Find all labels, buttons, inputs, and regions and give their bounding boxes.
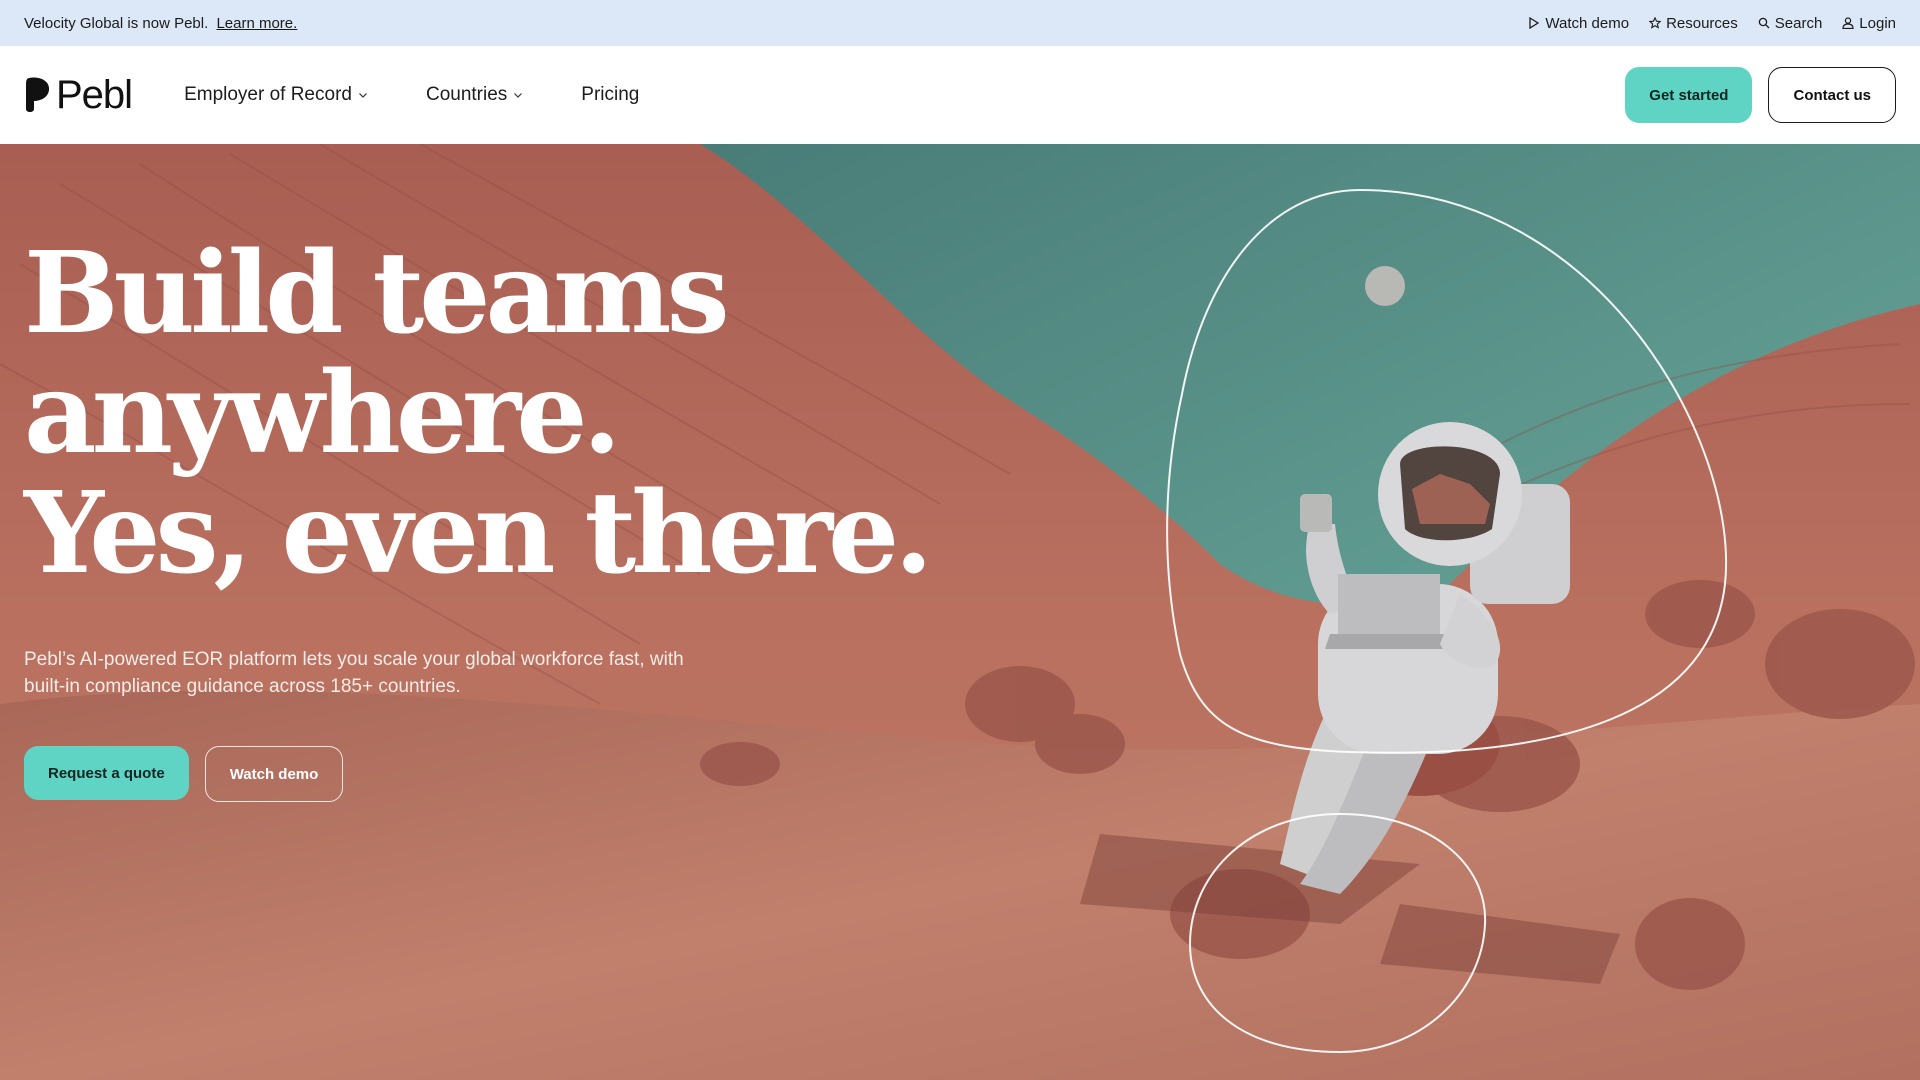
hero-headline: Build teams anywhere. Yes, even there.: [24, 228, 933, 599]
user-icon: [1842, 17, 1854, 29]
hero-subtext: Pebl’s AI-powered EOR platform lets you …: [24, 649, 684, 697]
announcement: Velocity Global is now Pebl. Learn more.: [24, 15, 297, 32]
star-icon: [1649, 17, 1662, 29]
search-icon: [1758, 17, 1770, 29]
request-quote-button[interactable]: Request a quote: [24, 746, 189, 800]
main-header: Pebl Employer of Record Countries Pricin…: [0, 46, 1920, 144]
headline-line-3: Yes, even there.: [24, 468, 933, 599]
hero-section: Build teams anywhere. Yes, even there. P…: [0, 144, 1920, 1080]
chevron-down-icon: [359, 93, 367, 98]
nav-pricing-label: Pricing: [581, 84, 640, 105]
contact-us-button[interactable]: Contact us: [1768, 67, 1896, 123]
headline-line-1: Build teams: [24, 228, 730, 359]
nav-countries-label: Countries: [425, 84, 508, 105]
announcement-text: Velocity Global is now Pebl.: [24, 14, 209, 32]
utility-resources[interactable]: Resources: [1649, 15, 1738, 32]
utility-watch-demo[interactable]: Watch demo: [1528, 15, 1629, 32]
get-started-button[interactable]: Get started: [1625, 67, 1753, 123]
hero-content: Build teams anywhere. Yes, even there. P…: [24, 228, 933, 802]
utility-search[interactable]: Search: [1758, 14, 1823, 32]
play-icon: [1529, 17, 1540, 29]
logo-text: Pebl: [56, 72, 133, 117]
nav-employer-of-record[interactable]: Employer of Record: [184, 84, 368, 106]
utility-search-label: Search: [1774, 14, 1823, 32]
utility-watch-demo-label: Watch demo: [1545, 14, 1630, 32]
main-nav: Employer of Record Countries Pricing: [184, 84, 639, 106]
nav-countries[interactable]: Countries: [426, 84, 523, 106]
utility-login-label: Login: [1859, 14, 1896, 32]
nav-employer-of-record-label: Employer of Record: [184, 84, 352, 105]
headline-line-2: anywhere.: [24, 348, 621, 479]
chevron-down-icon: [514, 93, 523, 98]
utility-nav: Watch demo Resources Search Login: [1528, 15, 1896, 32]
learn-more-link[interactable]: Learn more.: [216, 15, 297, 32]
nav-pricing[interactable]: Pricing: [581, 84, 639, 106]
hero-watch-demo-button[interactable]: Watch demo: [204, 746, 344, 802]
pebl-logo-icon: [26, 77, 50, 112]
utility-login[interactable]: Login: [1842, 15, 1896, 32]
pebl-logo[interactable]: Pebl: [24, 72, 133, 118]
utility-resources-label: Resources: [1666, 14, 1738, 32]
announcement-bar: Velocity Global is now Pebl. Learn more.…: [0, 0, 1920, 46]
header-actions: Get started Contact us: [1625, 67, 1896, 123]
hero-cta-group: Request a quote Watch demo: [24, 746, 928, 802]
